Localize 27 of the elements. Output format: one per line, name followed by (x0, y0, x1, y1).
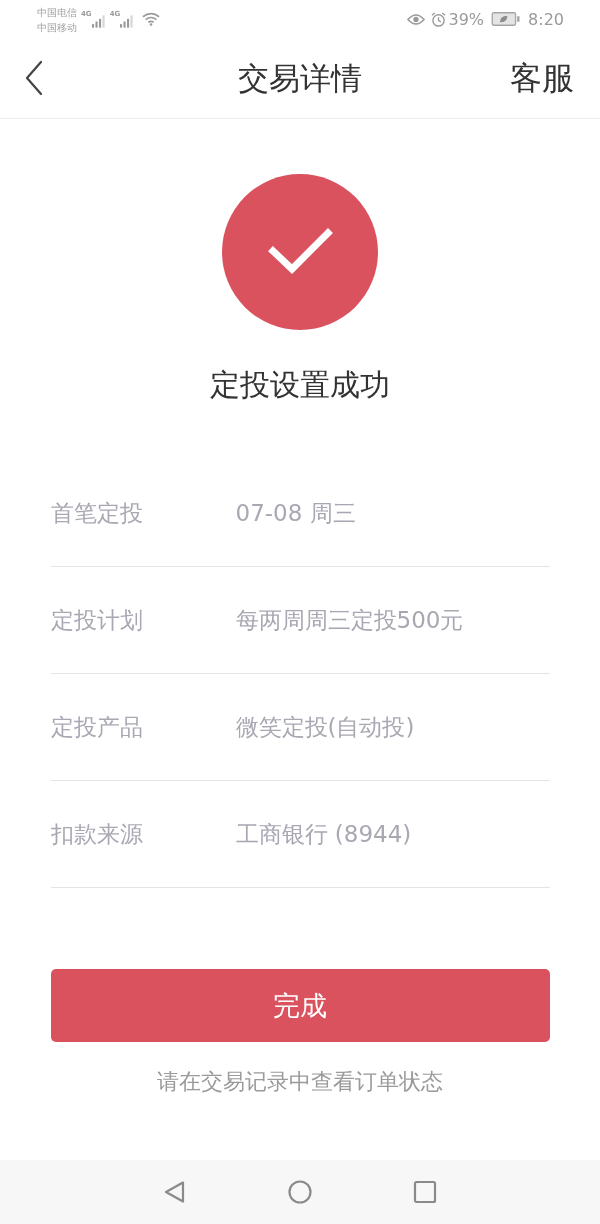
hint-text: 请在交易记录中查看订单状态 (157, 1068, 443, 1096)
carrier-name: 中国移动 (37, 21, 77, 35)
battery-percent: 39% (448, 9, 485, 29)
battery-leaf-icon (491, 12, 521, 26)
signal-bars-icon (120, 15, 135, 28)
detail-label: 首笔定投 (50, 498, 144, 528)
detail-label: 定投计划 (50, 605, 144, 635)
customer-service-link[interactable]: 客服 (510, 58, 574, 98)
done-button[interactable]: 完成 (50, 969, 550, 1042)
detail-label: 扣款来源 (50, 819, 144, 849)
result-message: 定投设置成功 (210, 367, 390, 403)
alarm-clock-icon (430, 11, 446, 27)
carrier-name: 中国电信 (37, 6, 77, 20)
page-title: 交易详情 (238, 59, 362, 98)
eye-icon (406, 12, 425, 26)
detail-value: 微笑定投(自动投) (235, 712, 415, 742)
recents-square-icon[interactable] (413, 1180, 437, 1204)
detail-value: 07-08 周三 (235, 498, 356, 528)
detail-value: 每两周周三定投500元 (235, 605, 464, 635)
detail-value: 工商银行 (8944) (235, 819, 412, 849)
home-circle-icon[interactable] (288, 1180, 312, 1204)
back-triangle-icon[interactable] (163, 1180, 187, 1204)
wifi-icon (142, 12, 161, 26)
signal-bars-icon (91, 15, 106, 28)
clock-time: 8:20 (528, 9, 564, 29)
detail-label: 定投产品 (50, 712, 144, 742)
back-chevron-icon[interactable] (25, 60, 43, 96)
